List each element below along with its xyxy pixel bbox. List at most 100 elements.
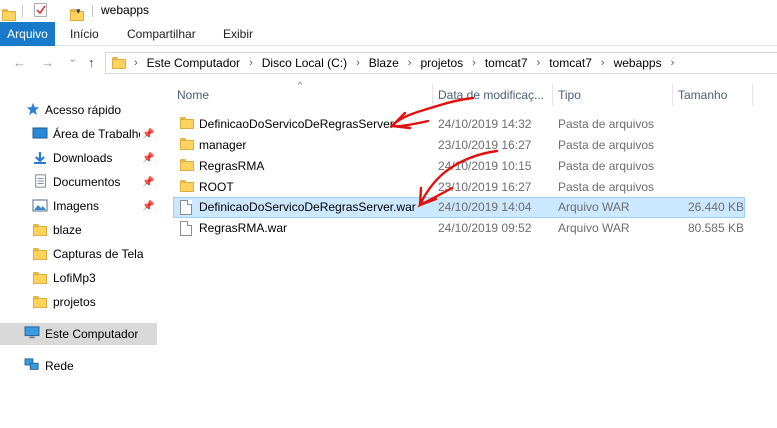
sidebar-item-acesso-rapido[interactable]: Acesso rápido [0,99,157,121]
sidebar-item-blaze[interactable]: blaze [0,219,157,241]
sidebar-item-label: Capturas de Tela [53,247,144,261]
sidebar-item-documentos[interactable]: Documentos 📌 [0,171,157,193]
column-divider[interactable] [552,84,553,106]
breadcrumb-blaze[interactable]: Blaze [369,56,399,70]
sidebar-item-label: Acesso rápido [45,103,122,117]
file-date: 24/10/2019 14:04 [438,200,532,214]
folder-icon [33,296,49,310]
customize-dropdown-icon[interactable]: ▾ [76,6,81,17]
breadcrumb-separator[interactable]: › [671,57,675,69]
folder-icon [33,248,49,262]
computer-icon [24,326,40,339]
sidebar-item-rede[interactable]: Rede [0,355,157,377]
column-header-tamanho[interactable]: Tamanho [678,88,727,102]
pictures-icon [32,199,48,212]
sidebar-item-label: Rede [45,359,74,373]
file-type: Pasta de arquivos [558,138,655,152]
breadcrumb-tomcat7[interactable]: tomcat7 [485,56,528,70]
window-title: webapps [101,3,150,17]
sidebar-item-imagens[interactable]: Imagens 📌 [0,195,157,217]
breadcrumb-separator[interactable]: › [249,57,253,69]
file-date: 23/10/2019 16:27 [438,180,532,194]
breadcrumb-separator[interactable]: › [134,57,138,69]
pin-icon[interactable]: 📌 [142,129,154,140]
breadcrumb-webapps[interactable]: webapps [614,56,662,70]
navigation-bar: ← → ⌄ ↑ › Este Computador › Disco Local … [0,46,777,80]
file-date: 24/10/2019 10:15 [438,159,532,173]
network-icon [24,358,39,370]
download-icon [34,152,46,164]
sidebar-item-area-de-trabalho[interactable]: Área de Trabalho 📌 [0,123,157,145]
file-type: Pasta de arquivos [558,117,655,131]
folder-icon [33,224,49,238]
column-divider[interactable] [432,84,433,106]
breadcrumb-este-computador[interactable]: Este Computador [147,56,240,70]
up-arrow-icon[interactable]: ↑ [88,55,95,70]
breadcrumb-separator[interactable]: › [601,57,605,69]
sidebar-item-downloads[interactable]: Downloads 📌 [0,147,157,169]
breadcrumb-separator[interactable]: › [472,57,476,69]
tab-compartilhar[interactable]: Compartilhar [127,22,196,46]
folder-icon [180,138,194,152]
breadcrumb-disco-local[interactable]: Disco Local (C:) [262,56,347,70]
tab-exibir[interactable]: Exibir [223,22,253,46]
file-size: 26.440 KB [687,200,744,214]
column-divider[interactable] [672,84,673,106]
sidebar-item-label: projetos [53,295,96,309]
file-date: 24/10/2019 09:52 [438,221,532,235]
breadcrumb-projetos[interactable]: projetos [420,56,463,70]
recent-locations-chevron-icon[interactable]: ⌄ [68,52,77,65]
sidebar-item-lofimp3[interactable]: LofiMp3 [0,267,157,289]
breadcrumb-separator[interactable]: › [408,57,412,69]
folder-icon [180,159,194,173]
breadcrumb-separator[interactable]: › [537,57,541,69]
folder-icon [33,272,49,286]
properties-check-icon[interactable] [34,3,47,17]
column-header-tipo[interactable]: Tipo [558,88,581,102]
quick-access-separator [22,5,23,17]
file-list: ^ Nome Data de modificaç... Tipo Tamanho… [170,80,777,428]
sidebar-item-label: Este Computador [45,327,139,341]
file-name: RegrasRMA.war [199,221,288,235]
pin-icon[interactable]: 📌 [142,153,154,164]
column-divider[interactable] [752,84,753,106]
sidebar-item-label: Área de Trabalho [53,127,140,141]
table-row[interactable]: RegrasRMA 24/10/2019 10:15 Pasta de arqu… [173,156,745,177]
sidebar-item-capturas-de-tela[interactable]: Capturas de Tela [0,243,157,265]
navigation-pane: Acesso rápido Área de Trabalho 📌 Downloa… [0,80,160,428]
pin-icon[interactable]: 📌 [142,177,154,188]
sidebar-item-label: Documentos [53,175,121,189]
folder-icon [180,117,194,131]
table-row[interactable]: RegrasRMA.war 24/10/2019 09:52 Arquivo W… [173,218,745,239]
table-row[interactable]: manager 23/10/2019 16:27 Pasta de arquiv… [173,135,745,156]
folder-icon [180,180,194,194]
pin-icon[interactable]: 📌 [142,201,154,212]
table-row[interactable]: DefinicaoDoServicoDeRegrasServer 24/10/2… [173,114,745,135]
breadcrumb-separator[interactable]: › [356,57,360,69]
file-name: manager [199,138,247,152]
breadcrumb-tomcat7-inner[interactable]: tomcat7 [549,56,592,70]
ribbon-tabs: Arquivo Início Compartilhar Exibir [0,22,777,46]
table-row-selected[interactable]: DefinicaoDoServicoDeRegrasServer.war 24/… [173,197,745,218]
sidebar-item-este-computador[interactable]: Este Computador [0,323,157,345]
tab-arquivo[interactable]: Arquivo [0,22,55,46]
back-arrow-icon[interactable]: ← [13,55,26,70]
sidebar-item-label: blaze [53,223,82,237]
column-header-nome[interactable]: Nome [177,88,209,102]
file-date: 23/10/2019 16:27 [438,138,532,152]
file-name: DefinicaoDoServicoDeRegrasServer.war [199,200,416,214]
address-bar[interactable]: › Este Computador › Disco Local (C:) › B… [105,52,777,74]
folder-icon [112,57,126,69]
title-bar: ▾ webapps [0,0,777,22]
folder-icon[interactable] [2,9,16,21]
file-name: RegrasRMA [199,159,265,173]
title-separator [92,5,93,17]
sort-ascending-icon: ^ [298,80,303,90]
file-icon [180,221,194,236]
sidebar-item-label: Downloads [53,151,113,165]
tab-inicio[interactable]: Início [70,22,99,46]
column-header-data[interactable]: Data de modificaç... [438,88,544,102]
table-row[interactable]: ROOT 23/10/2019 16:27 Pasta de arquivos [173,177,745,198]
sidebar-item-projetos[interactable]: projetos [0,291,157,313]
forward-arrow-icon[interactable]: → [41,55,54,70]
